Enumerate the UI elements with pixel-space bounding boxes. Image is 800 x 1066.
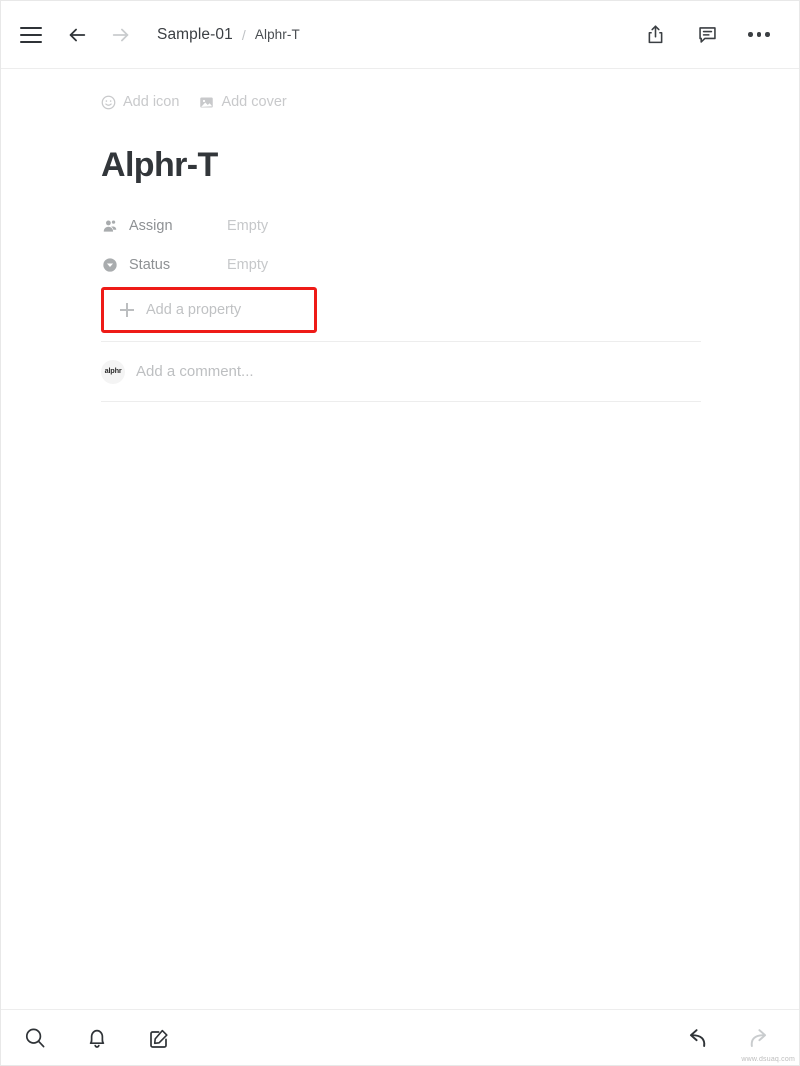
image-icon (199, 95, 214, 110)
bottom-left-group (17, 1020, 177, 1056)
plus-icon (120, 303, 134, 318)
smiley-face-icon (101, 95, 116, 110)
new-page-edit-icon[interactable] (141, 1020, 177, 1056)
bell-icon[interactable] (79, 1020, 115, 1056)
property-row-status[interactable]: Status Empty (101, 245, 699, 284)
divider-below-comment (101, 401, 701, 403)
properties-list: Assign Empty Status Empty Add a property (101, 206, 699, 334)
add-property-button[interactable]: Add a property (101, 287, 317, 333)
app-window: Sample-01 / Alphr-T Add icon Add cover A… (0, 0, 800, 1066)
breadcrumb-current[interactable]: Alphr-T (255, 27, 300, 42)
comment-placeholder[interactable]: Add a comment... (136, 363, 254, 380)
add-cover-button[interactable]: Add cover (199, 94, 287, 110)
top-navigation-bar: Sample-01 / Alphr-T (1, 1, 799, 69)
hamburger-menu-icon[interactable] (13, 17, 49, 53)
redo-arrow-icon[interactable] (741, 1020, 777, 1056)
person-icon (101, 217, 118, 234)
add-icon-label: Add icon (123, 94, 180, 110)
property-label-group: Status (101, 256, 227, 273)
breadcrumb-separator: / (241, 26, 246, 43)
page-content-area: Add icon Add cover Alphr-T Assign Empty … (1, 69, 799, 1009)
property-label-group: Assign (101, 217, 227, 234)
property-value-assign[interactable]: Empty (227, 218, 268, 234)
page-action-row: Add icon Add cover (101, 91, 699, 113)
comment-bubble-icon[interactable] (689, 17, 725, 53)
more-options-icon[interactable] (741, 17, 777, 53)
bottom-right-group (679, 1020, 777, 1056)
add-property-label: Add a property (146, 302, 242, 319)
add-property-highlight-wrapper: Add a property (101, 287, 317, 334)
breadcrumb-parent[interactable]: Sample-01 (157, 26, 233, 44)
search-icon[interactable] (17, 1020, 53, 1056)
comment-input-row[interactable]: alphr Add a comment... (101, 342, 699, 401)
property-value-status[interactable]: Empty (227, 257, 268, 273)
add-cover-label: Add cover (221, 94, 287, 110)
avatar: alphr (101, 359, 125, 384)
status-select-icon (101, 256, 118, 273)
add-icon-button[interactable]: Add icon (101, 94, 179, 110)
share-icon[interactable] (637, 17, 673, 53)
breadcrumb: Sample-01 / Alphr-T (157, 26, 300, 44)
property-row-assign[interactable]: Assign Empty (101, 206, 699, 245)
page-title[interactable]: Alphr-T (101, 146, 699, 184)
bottom-toolbar: www.dsuaq.com (1, 1009, 799, 1065)
undo-arrow-icon[interactable] (679, 1020, 715, 1056)
navigation-arrows (59, 17, 139, 53)
arrow-right-icon[interactable] (103, 17, 139, 53)
topbar-right-group (637, 17, 777, 53)
avatar-label: alphr (104, 368, 122, 376)
watermark-text: www.dsuaq.com (741, 1056, 795, 1063)
arrow-left-icon[interactable] (59, 17, 95, 53)
topbar-left-group: Sample-01 / Alphr-T (13, 17, 300, 53)
property-label-assign: Assign (129, 217, 173, 234)
property-label-status: Status (129, 256, 171, 273)
